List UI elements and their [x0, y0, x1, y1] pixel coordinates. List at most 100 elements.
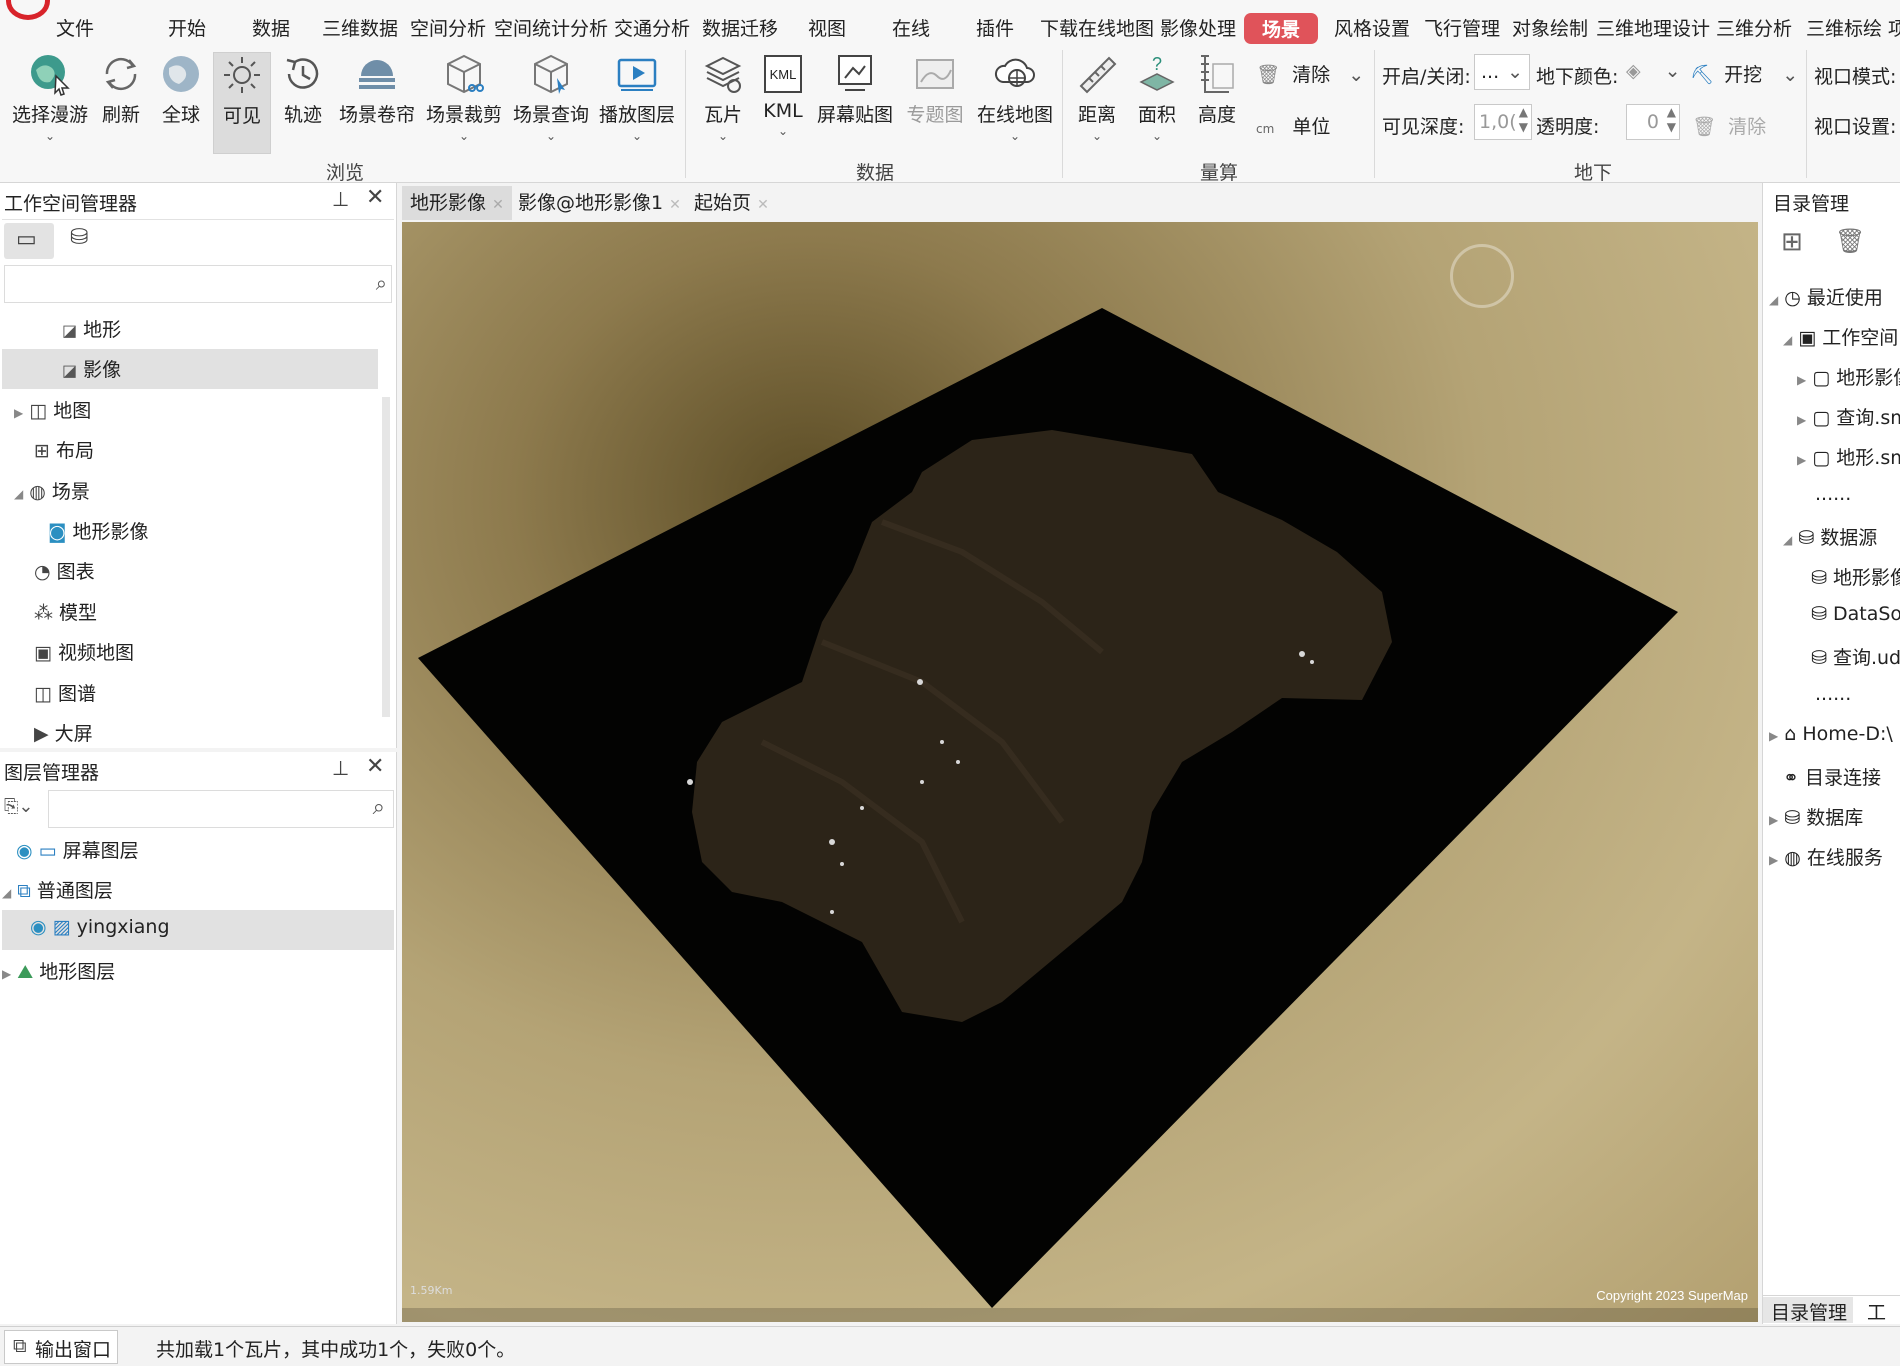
menu-view[interactable]: 视图 — [808, 14, 846, 41]
layer-item-normal[interactable]: ◢ ⧉ 普通图层 — [2, 876, 113, 903]
menu-online[interactable]: 在线 — [892, 14, 930, 41]
distance-button[interactable]: 距离 ⌄ — [1074, 52, 1120, 142]
close-icon[interactable]: ✕ — [757, 197, 769, 213]
screen-overlay-button[interactable]: 屏幕贴图 — [816, 52, 894, 127]
catalog-home[interactable]: ▶ ⌂ Home-D:\ — [1769, 723, 1893, 745]
menu-file[interactable]: 文件 — [56, 14, 94, 41]
scene-query-button[interactable]: 场景查询 ⌄ — [512, 52, 590, 142]
add-layer-icon[interactable]: ⎘⌄ — [4, 796, 33, 817]
workspace-search-input[interactable]: ⌕ — [4, 265, 392, 303]
scene-map-view[interactable]: 1.59Km Copyright 2023 SuperMap — [402, 222, 1758, 1322]
pin-icon[interactable]: ⊥ — [332, 756, 349, 780]
catalog-ds-more[interactable]: ...... — [1815, 683, 1851, 705]
catalog-connection[interactable]: ⚭ 目录连接 — [1783, 763, 1881, 790]
tree-item-chart[interactable]: ◔ 图表 — [34, 557, 95, 584]
tree-item-terrain-image[interactable]: ◙ 地形影像 — [48, 517, 149, 544]
scrollbar[interactable] — [382, 397, 390, 717]
height-button[interactable]: 高度 — [1194, 52, 1240, 127]
tree-item-terrain[interactable]: ◪ 地形 — [62, 315, 121, 342]
menu-data[interactable]: 数据 — [252, 14, 290, 41]
menu-migration[interactable]: 数据迁移 — [702, 14, 778, 41]
catalog-database[interactable]: ▶ ⛁ 数据库 — [1769, 803, 1863, 830]
catalog-online-service[interactable]: ▶ ◍ 在线服务 — [1769, 843, 1883, 870]
catalog-ws-terrain-image[interactable]: ▶ ▢ 地形影像 — [1797, 363, 1900, 390]
tab-catalog[interactable]: 目录管理 — [1763, 1297, 1853, 1324]
thematic-map-button[interactable]: 专题图 — [904, 52, 966, 127]
close-icon[interactable]: ✕ — [366, 754, 384, 779]
underground-color-picker[interactable]: ◈ ⌄ — [1626, 60, 1681, 82]
catalog-workspace[interactable]: ◢ ▣ 工作空间 — [1783, 323, 1898, 350]
eye-icon[interactable]: ◉ — [16, 840, 33, 862]
tab-image-layer[interactable]: 影像@地形影像1 ✕ — [510, 186, 689, 220]
excavate-button[interactable]: ⛏ 开挖 ⌄ — [1690, 60, 1798, 87]
transparency-input[interactable]: 0 ▲ ▼ — [1626, 104, 1680, 140]
layer-item-screen[interactable]: ◉ ▭ 屏幕图层 — [16, 836, 139, 863]
tree-item-big-screen[interactable]: ▶ 大屏 — [34, 719, 93, 746]
workspace-view-tab[interactable]: ▭ — [4, 223, 54, 259]
close-icon[interactable]: ✕ — [366, 185, 384, 210]
layer-item-yingxiang[interactable]: ◉ ▨ yingxiang — [30, 916, 170, 938]
refresh-button[interactable]: 刷新 — [98, 52, 144, 127]
scene-clip-button[interactable]: 场景裁剪 ⌄ — [425, 52, 503, 142]
tree-item-graph[interactable]: ◫ 图谱 — [34, 679, 96, 706]
catalog-ws-terrain[interactable]: ▶ ▢ 地形.sm — [1797, 443, 1900, 470]
tree-item-layout[interactable]: ⊞ 布局 — [34, 436, 94, 463]
online-map-button[interactable]: 在线地图 ⌄ — [976, 52, 1054, 142]
select-roam-button[interactable]: 选择漫游 ⌄ — [10, 52, 90, 142]
catalog-ws-more[interactable]: ...... — [1815, 483, 1851, 505]
visible-button[interactable]: 可见 — [213, 52, 271, 154]
menu-start[interactable]: 开始 — [168, 14, 206, 41]
visible-depth-input[interactable]: 1,0( ▲ ▼ — [1474, 104, 1532, 140]
area-button[interactable]: ? 面积 ⌄ — [1134, 52, 1180, 142]
delete-icon[interactable]: 🗑 — [1835, 227, 1865, 255]
menu-3d-design[interactable]: 三维地理设计 — [1596, 14, 1710, 41]
close-icon[interactable]: ✕ — [669, 197, 681, 213]
close-icon[interactable]: ✕ — [492, 197, 504, 213]
menu-spatial-analysis[interactable]: 空间分析 — [410, 14, 486, 41]
layer-item-terrain[interactable]: ▶ ⛰ 地形图层 — [2, 957, 115, 984]
tree-item-model[interactable]: ⁂ 模型 — [34, 598, 97, 625]
menu-flight[interactable]: 飞行管理 — [1424, 14, 1500, 41]
output-window-button[interactable]: ⧉ 输出窗口 — [4, 1330, 118, 1364]
menu-image-processing[interactable]: 影像处理 — [1160, 14, 1236, 41]
eye-icon[interactable]: ◉ — [30, 916, 47, 938]
kml-button[interactable]: KML KML ⌄ — [760, 52, 806, 137]
globe-button[interactable]: 全球 — [158, 52, 204, 127]
catalog-ds-terrain-image[interactable]: ⛁ 地形影像 — [1811, 563, 1900, 590]
menu-3d-data[interactable]: 三维数据 — [322, 14, 398, 41]
database-cloud-icon[interactable]: ⛁ — [70, 225, 88, 250]
menu-draw[interactable]: 对象绘制 — [1512, 14, 1588, 41]
menu-spatial-stats[interactable]: 空间统计分析 — [494, 14, 608, 41]
tab-start-page[interactable]: 起始页 ✕ — [686, 186, 777, 220]
menu-3d-plot[interactable]: 三维标绘 — [1806, 14, 1882, 41]
play-layer-button[interactable]: 播放图层 ⌄ — [598, 52, 676, 142]
unit-button[interactable]: cm 单位 — [1256, 112, 1330, 139]
catalog-ds-query[interactable]: ⛁ 查询.ud — [1811, 643, 1900, 670]
catalog-recent[interactable]: ◢ ◷ 最近使用 — [1769, 283, 1883, 310]
catalog-ds-datasource[interactable]: ⛁ DataSo — [1811, 603, 1900, 625]
tree-item-scene[interactable]: ◢ ◍ 场景 — [14, 477, 90, 504]
menu-scene[interactable]: 场景 — [1244, 13, 1319, 44]
underground-toggle-select[interactable]: ... ⌄ — [1474, 54, 1530, 90]
scene-swipe-button[interactable]: 场景卷帘 — [338, 52, 416, 127]
menu-3d-analysis[interactable]: 三维分析 — [1716, 14, 1792, 41]
menu-style[interactable]: 风格设置 — [1334, 14, 1410, 41]
tree-item-image[interactable]: ◪ 影像 — [62, 355, 121, 382]
compass-icon[interactable] — [1450, 244, 1514, 308]
menu-download-map[interactable]: 下载在线地图 — [1040, 14, 1154, 41]
tree-item-video-map[interactable]: ▣ 视频地图 — [34, 638, 134, 665]
new-folder-icon[interactable]: ⊞ — [1781, 227, 1803, 257]
layer-search-input[interactable]: ⌕ — [48, 790, 394, 828]
tab-terrain-image[interactable]: 地形影像 ✕ — [402, 186, 512, 220]
trajectory-button[interactable]: 轨迹 — [280, 52, 326, 127]
menu-more[interactable]: 项 — [1888, 14, 1900, 41]
tree-item-map[interactable]: ▶ ◫ 地图 — [14, 396, 91, 423]
measure-clear-button[interactable]: 🗑 清除 ⌄ — [1256, 60, 1364, 87]
catalog-datasource[interactable]: ◢ ⛁ 数据源 — [1783, 523, 1877, 550]
menu-plugin[interactable]: 插件 — [976, 14, 1014, 41]
tile-button[interactable]: 瓦片 ⌄ — [700, 52, 746, 142]
underground-clear-button[interactable]: 🗑 清除 — [1692, 112, 1766, 139]
pin-icon[interactable]: ⊥ — [332, 187, 349, 211]
menu-traffic[interactable]: 交通分析 — [614, 14, 690, 41]
catalog-ws-query[interactable]: ▶ ▢ 查询.sm — [1797, 403, 1900, 430]
